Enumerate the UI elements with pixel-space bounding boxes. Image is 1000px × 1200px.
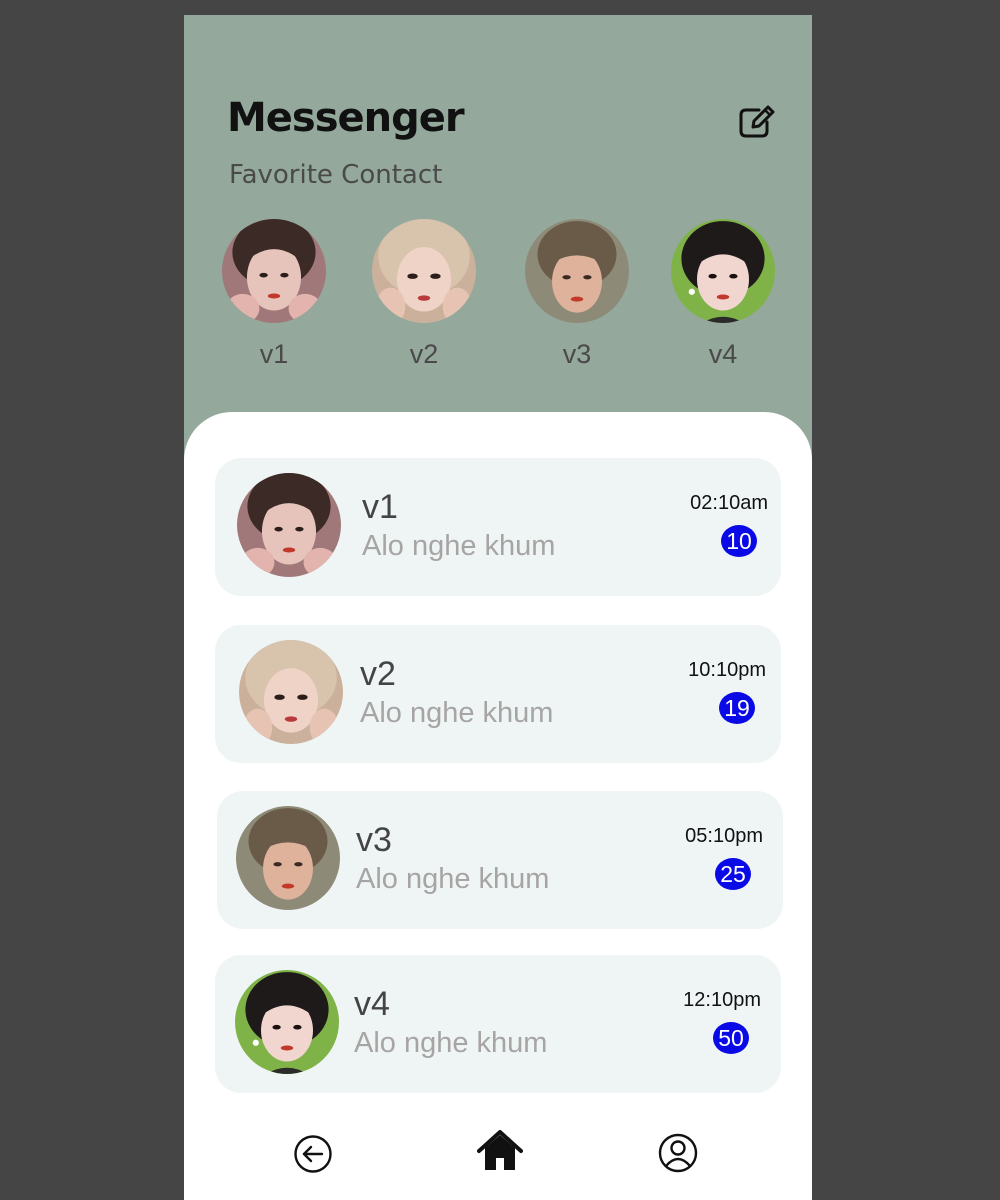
chat-list-item[interactable]: v1 Alo nghe khum 02:10am 10: [215, 458, 781, 596]
favorite-contact[interactable]: v3: [525, 219, 629, 370]
avatar: [239, 640, 343, 744]
avatar: [235, 970, 339, 1074]
favorite-contact-name: v4: [708, 339, 738, 369]
back-arrow-icon[interactable]: [294, 1135, 332, 1178]
favorite-contact-heading: Favorite Contact: [229, 160, 443, 190]
messenger-screen: Messenger Favorite Contact v1 v2 v3 v4 v…: [184, 15, 812, 1200]
favorite-contact-name: v1: [259, 339, 289, 369]
profile-icon[interactable]: [658, 1133, 698, 1178]
chat-contact-name: v3: [356, 821, 392, 859]
avatar: [671, 219, 775, 323]
unread-badge: 10: [721, 525, 757, 557]
chat-contact-name: v4: [354, 985, 390, 1023]
chat-timestamp: 02:10am: [690, 492, 768, 514]
favorite-contact-name: v2: [409, 339, 439, 369]
chat-timestamp: 12:10pm: [683, 989, 761, 1011]
chat-last-message: Alo nghe khum: [354, 1027, 548, 1059]
chat-list-item[interactable]: v3 Alo nghe khum 05:10pm 25: [217, 791, 783, 929]
chat-list-panel: v1 Alo nghe khum 02:10am 10 v2 Alo nghe …: [184, 412, 812, 1200]
chat-timestamp: 10:10pm: [688, 659, 766, 681]
avatar: [222, 219, 326, 323]
favorite-contact[interactable]: v1: [222, 219, 326, 370]
unread-badge: 50: [713, 1022, 749, 1054]
chat-timestamp: 05:10pm: [685, 825, 763, 847]
home-icon[interactable]: [477, 1130, 523, 1177]
chat-list-item[interactable]: v4 Alo nghe khum 12:10pm 50: [215, 955, 781, 1093]
favorite-contact[interactable]: v4: [671, 219, 775, 370]
unread-badge: 19: [719, 692, 755, 724]
avatar: [236, 806, 340, 910]
page-title: Messenger: [227, 95, 465, 141]
favorite-contact-name: v3: [562, 339, 592, 369]
chat-contact-name: v2: [360, 655, 396, 693]
chat-last-message: Alo nghe khum: [356, 863, 550, 895]
avatar: [237, 473, 341, 577]
unread-badge: 25: [715, 858, 751, 890]
chat-last-message: Alo nghe khum: [360, 697, 554, 729]
avatar: [372, 219, 476, 323]
chat-last-message: Alo nghe khum: [362, 530, 556, 562]
edit-icon[interactable]: [737, 104, 777, 140]
chat-list-item[interactable]: v2 Alo nghe khum 10:10pm 19: [215, 625, 781, 763]
avatar: [525, 219, 629, 323]
favorite-contact[interactable]: v2: [372, 219, 476, 370]
chat-contact-name: v1: [362, 488, 398, 526]
